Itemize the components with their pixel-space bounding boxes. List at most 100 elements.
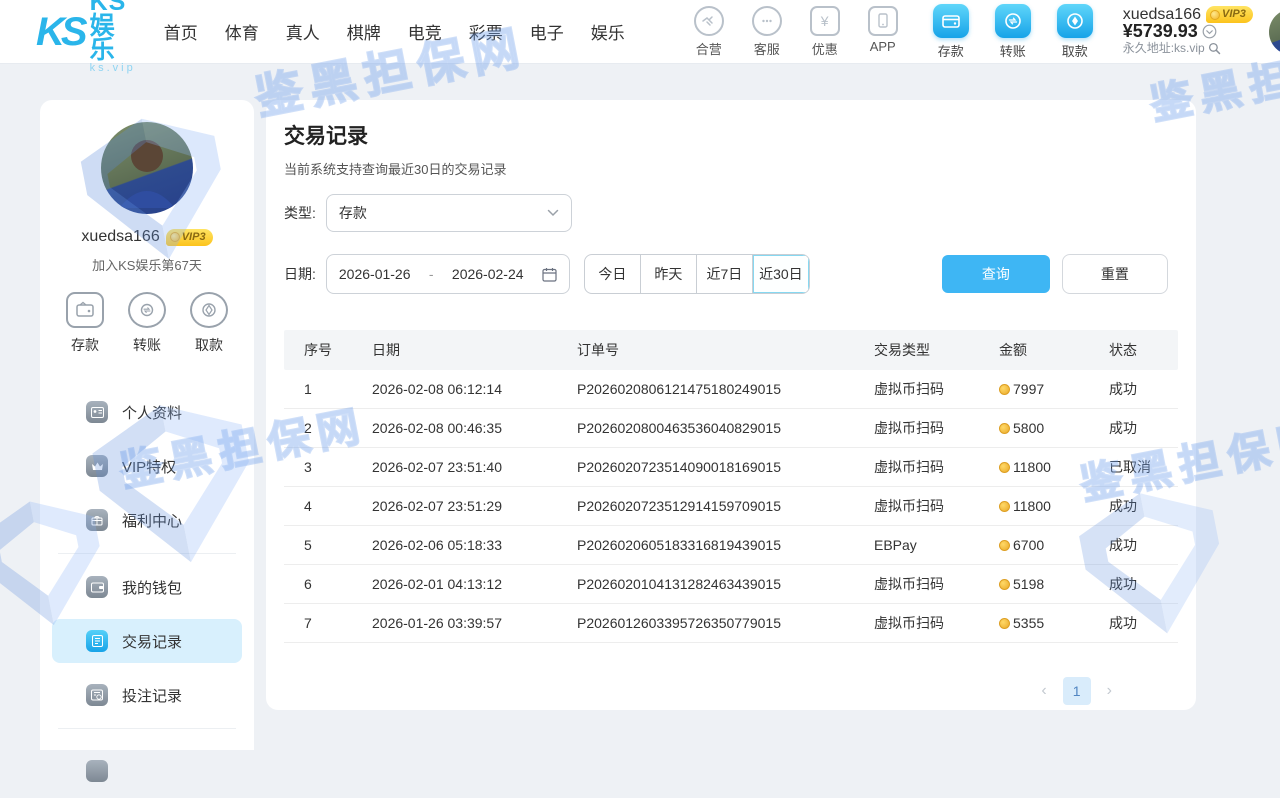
main-nav: 首页 体育 真人 棋牌 电竞 彩票 电子 娱乐 bbox=[164, 19, 625, 44]
type-label: 类型: bbox=[284, 203, 316, 223]
nav-item-lottery[interactable]: 彩票 bbox=[469, 19, 503, 44]
sidebar-item-label: 交易记录 bbox=[122, 631, 182, 652]
date-from: 2026-01-26 bbox=[339, 266, 411, 282]
nav-item-sports[interactable]: 体育 bbox=[225, 19, 259, 44]
promotions-link[interactable]: ¥ 优惠 bbox=[803, 6, 847, 58]
range-30days-button[interactable]: 近30日 bbox=[753, 255, 809, 293]
sidebar-item-vip[interactable]: VIP特权 bbox=[52, 444, 242, 488]
table-row: 4 2026-02-07 23:51:29 P20260207235129141… bbox=[284, 487, 1178, 526]
sidebar-quick-actions: 存款 转账 取款 bbox=[66, 292, 228, 355]
cell-order: P2026012603395726350779015 bbox=[557, 615, 854, 631]
partner-link[interactable]: 合营 bbox=[687, 6, 731, 58]
logo-name: KS娱乐 bbox=[90, 0, 136, 62]
deposit-outline-icon bbox=[66, 292, 104, 328]
cell-date: 2026-02-07 23:51:40 bbox=[352, 459, 557, 475]
cell-amount: 11800 bbox=[979, 459, 1089, 475]
customer-service-link[interactable]: 客服 bbox=[745, 6, 789, 58]
avatar[interactable] bbox=[1269, 9, 1280, 55]
site-logo[interactable]: KS KS娱乐 ks.vip bbox=[36, 0, 136, 74]
sidebar-withdraw-action[interactable]: 取款 bbox=[190, 292, 228, 355]
table-row: 6 2026-02-01 04:13:12 P20260201041312824… bbox=[284, 565, 1178, 604]
nav-item-esports[interactable]: 电竞 bbox=[408, 19, 442, 44]
cell-date: 2026-02-08 00:46:35 bbox=[352, 420, 557, 436]
nav-item-chess[interactable]: 棋牌 bbox=[347, 19, 381, 44]
col-status: 状态 bbox=[1089, 340, 1178, 360]
sidebar-item-partial[interactable] bbox=[52, 749, 242, 793]
cell-type: 虚拟币扫码 bbox=[854, 379, 979, 399]
profile-avatar[interactable] bbox=[101, 122, 193, 214]
coin-icon bbox=[999, 384, 1010, 395]
sidebar-transfer-label: 转账 bbox=[133, 335, 161, 355]
col-type: 交易类型 bbox=[854, 340, 979, 360]
handshake-icon bbox=[694, 6, 724, 36]
promotions-label: 优惠 bbox=[812, 39, 838, 58]
cell-amount: 6700 bbox=[979, 537, 1089, 553]
col-date: 日期 bbox=[352, 340, 557, 360]
next-page-button[interactable]: › bbox=[1107, 682, 1112, 700]
reset-button[interactable]: 重置 bbox=[1062, 254, 1168, 294]
range-yesterday-button[interactable]: 昨天 bbox=[641, 255, 697, 293]
refresh-balance-icon[interactable] bbox=[1202, 24, 1217, 39]
coin-icon bbox=[170, 232, 180, 242]
status-text: 成功 bbox=[1089, 496, 1178, 516]
cell-type: 虚拟币扫码 bbox=[854, 457, 979, 477]
settings-icon bbox=[86, 760, 108, 782]
cell-amount: 11800 bbox=[979, 498, 1089, 514]
col-order: 订单号 bbox=[557, 340, 854, 360]
coin-icon bbox=[999, 579, 1010, 590]
cell-amount: 5198 bbox=[979, 576, 1089, 592]
cell-date: 2026-01-26 03:39:57 bbox=[352, 615, 557, 631]
coin-icon bbox=[999, 618, 1010, 629]
range-today-button[interactable]: 今日 bbox=[585, 255, 641, 293]
withdraw-action[interactable]: 取款 bbox=[1051, 4, 1099, 60]
cell-no: 2 bbox=[284, 420, 352, 436]
nav-item-entertainment[interactable]: 娱乐 bbox=[591, 19, 625, 44]
withdraw-outline-icon bbox=[190, 292, 228, 328]
permanent-address: 永久地址:ks.vip bbox=[1123, 40, 1205, 57]
cell-no: 6 bbox=[284, 576, 352, 592]
sidebar-item-wallet[interactable]: 我的钱包 bbox=[52, 565, 242, 609]
sidebar-item-label: 个人资料 bbox=[122, 402, 182, 423]
sidebar-item-profile[interactable]: 个人资料 bbox=[52, 390, 242, 434]
type-filter-row: 类型: 存款 bbox=[284, 194, 1178, 232]
table-header: 序号 日期 订单号 交易类型 金额 状态 bbox=[284, 330, 1178, 370]
range-7days-button[interactable]: 近7日 bbox=[697, 255, 753, 293]
status-text: 成功 bbox=[1089, 418, 1178, 438]
status-text: 成功 bbox=[1089, 535, 1178, 555]
app-download-link[interactable]: APP bbox=[861, 6, 905, 58]
deposit-label: 存款 bbox=[938, 41, 964, 60]
date-range-picker[interactable]: 2026-01-26 - 2026-02-24 bbox=[326, 254, 570, 294]
nav-item-live[interactable]: 真人 bbox=[286, 19, 320, 44]
sidebar-item-bets[interactable]: 投注记录 bbox=[52, 673, 242, 717]
query-button[interactable]: 查询 bbox=[942, 255, 1050, 293]
type-select[interactable]: 存款 bbox=[326, 194, 572, 232]
transaction-records-panel: 交易记录 当前系统支持查询最近30日的交易记录 类型: 存款 日期: 2026-… bbox=[266, 100, 1196, 710]
sidebar-transfer-action[interactable]: 转账 bbox=[128, 292, 166, 355]
transfer-action[interactable]: 转账 bbox=[989, 4, 1037, 60]
magnifier-icon[interactable] bbox=[1208, 42, 1221, 55]
cell-no: 4 bbox=[284, 498, 352, 514]
sidebar-item-label: 福利中心 bbox=[122, 510, 182, 531]
page-1-button[interactable]: 1 bbox=[1063, 677, 1091, 705]
sidebar-item-welfare[interactable]: 福利中心 bbox=[52, 498, 242, 542]
coin-icon bbox=[999, 423, 1010, 434]
cell-no: 7 bbox=[284, 615, 352, 631]
cell-amount: 5800 bbox=[979, 420, 1089, 436]
cell-type: 虚拟币扫码 bbox=[854, 574, 979, 594]
deposit-action[interactable]: 存款 bbox=[927, 4, 975, 60]
sidebar-withdraw-label: 取款 bbox=[195, 335, 223, 355]
sidebar-item-transactions[interactable]: 交易记录 bbox=[52, 619, 242, 663]
prev-page-button[interactable]: ‹ bbox=[1041, 682, 1046, 700]
page-subtitle: 当前系统支持查询最近30日的交易记录 bbox=[284, 159, 1178, 178]
logo-mark: KS bbox=[36, 12, 84, 52]
sidebar-deposit-action[interactable]: 存款 bbox=[66, 292, 104, 355]
divider bbox=[58, 728, 236, 729]
status-text: 成功 bbox=[1089, 379, 1178, 399]
date-filter-row: 日期: 2026-01-26 - 2026-02-24 今日 昨天 近7日 近3… bbox=[284, 254, 1178, 294]
header-user-info: xuedsa166 VIP3 ¥5739.93 永久地址:ks.vip bbox=[1123, 6, 1253, 57]
sidebar-item-label: 投注记录 bbox=[122, 685, 182, 706]
nav-item-slots[interactable]: 电子 bbox=[530, 19, 564, 44]
cell-order: P2026020605183316819439015 bbox=[557, 537, 854, 553]
vip-badge: VIP3 bbox=[1206, 6, 1253, 23]
nav-item-home[interactable]: 首页 bbox=[164, 19, 198, 44]
